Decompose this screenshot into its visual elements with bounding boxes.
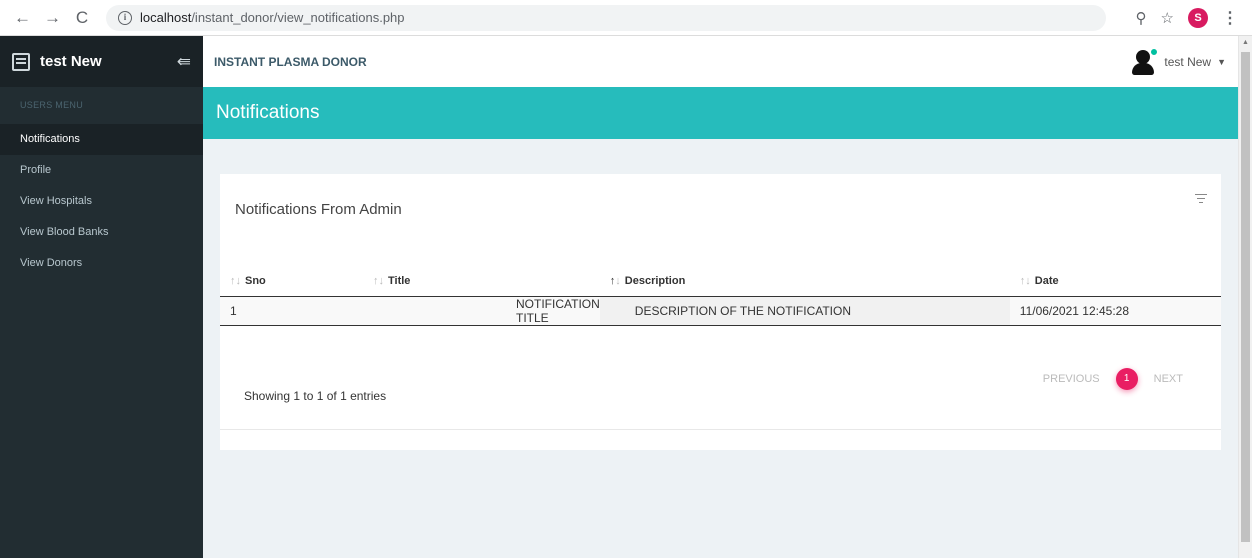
cell-title: NOTIFICATION TITLE [363,296,600,326]
table-row: 1 NOTIFICATION TITLE DESCRIPTION OF THE … [220,296,1221,326]
browser-toolbar: ← → C i localhost/instant_donor/view_not… [0,0,1252,36]
cell-sno: 1 [220,296,363,326]
address-bar[interactable]: i localhost/instant_donor/view_notificat… [106,4,1106,31]
online-status-icon [1150,47,1159,56]
forward-icon[interactable]: → [44,9,61,26]
scrollbar-thumb[interactable] [1241,52,1250,542]
info-icon[interactable]: i [118,10,132,25]
sidebar-item-profile[interactable]: Profile [0,155,203,186]
column-header-title[interactable]: ↑↓ Title [363,267,600,297]
sidebar: test New ⇚ USERS MENU Notifications Prof… [0,36,203,558]
page-scrollbar[interactable]: ▲ [1238,36,1252,558]
column-header-date[interactable]: ↑↓ Date [1009,267,1221,297]
card-divider [220,429,1221,430]
sort-icon: ↑↓ [373,275,384,288]
sidebar-menu-header: USERS MENU [20,100,84,110]
notifications-card: Notifications From Admin ↑↓ Sno ↑↓ Title ↑… [220,174,1221,450]
previous-button[interactable]: PREVIOUS [1043,373,1100,385]
column-header-description[interactable]: ↑↓ Description [599,267,1010,297]
notifications-table: ↑↓ Sno ↑↓ Title ↑↓ Description ↑↓ Date 1 NOT… [220,267,1221,326]
reload-icon[interactable]: C [74,9,90,26]
table-info: Showing 1 to 1 of 1 entries [244,389,387,403]
sort-icon: ↑↓ [230,275,241,288]
filter-icon[interactable] [1195,194,1207,204]
url-path: /instant_donor/view_notifications.php [191,10,405,25]
caret-down-icon: ▼ [1217,56,1226,67]
cell-date: 11/06/2021 12:45:28 [1009,296,1221,326]
url-host: localhost [140,10,192,25]
cell-description: DESCRIPTION OF THE NOTIFICATION [599,296,1010,326]
scroll-up-icon[interactable]: ▲ [1239,36,1252,50]
pagination: PREVIOUS 1 NEXT [1043,368,1183,390]
top-navbar: INSTANT PLASMA DONOR test New ▼ [203,36,1238,87]
next-button[interactable]: NEXT [1154,373,1183,385]
sort-icon: ↑↓ [1019,275,1031,288]
sidebar-item-view-hospitals[interactable]: View Hospitals [0,186,203,217]
sidebar-item-notifications[interactable]: Notifications [0,124,203,155]
user-name: test New [1164,54,1212,69]
user-avatar-icon [1130,47,1159,76]
back-icon[interactable]: ← [14,9,31,26]
sidebar-brand: test New ⇚ [0,36,203,87]
sidebar-item-view-donors[interactable]: View Donors [0,248,203,279]
brand-name: test New [40,53,102,70]
menu-kebab-icon[interactable]: ⋮ [1222,8,1238,28]
sidebar-item-view-blood-banks[interactable]: View Blood Banks [0,217,203,248]
profile-avatar[interactable]: S [1188,8,1208,28]
sort-icon: ↑↓ [609,275,621,288]
main-content: INSTANT PLASMA DONOR test New ▼ Notifica… [203,36,1238,558]
page-title: Notifications [216,102,320,123]
sidebar-toggle-icon[interactable]: ⇚ [177,52,203,72]
column-header-sno[interactable]: ↑↓ Sno [220,267,363,297]
brand-logo-icon [12,52,30,71]
page-1-button[interactable]: 1 [1115,368,1138,390]
card-title: Notifications From Admin [235,201,402,218]
app-name: INSTANT PLASMA DONOR [214,54,367,69]
zoom-icon[interactable]: ⚲ [1136,9,1147,27]
page-header: Notifications [203,87,1238,139]
user-menu[interactable]: test New ▼ [1130,36,1226,87]
bookmark-star-icon[interactable]: ☆ [1161,9,1174,27]
